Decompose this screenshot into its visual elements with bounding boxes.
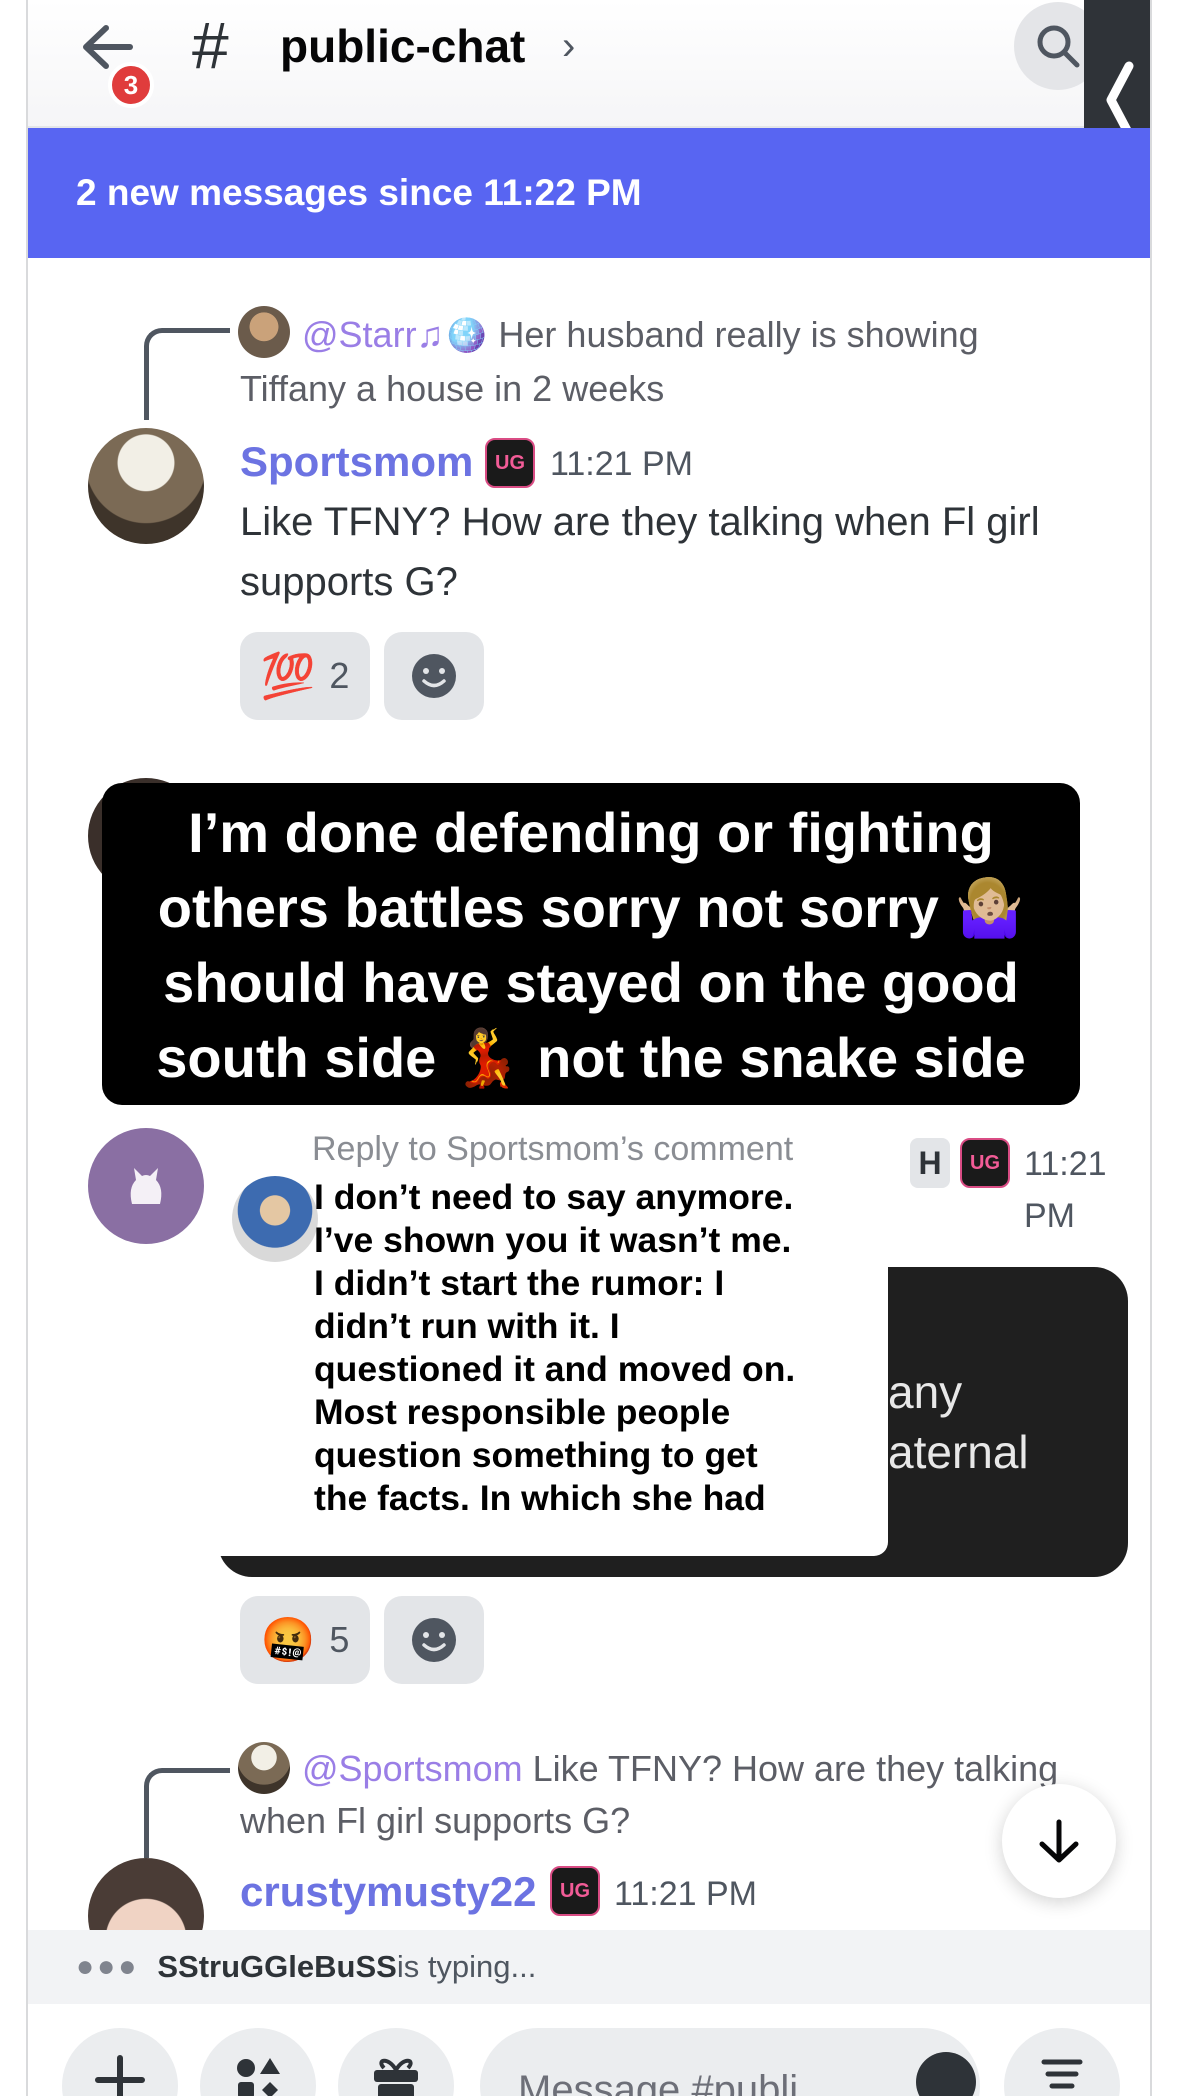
obscured-text: any aternal bbox=[888, 1362, 1029, 1482]
obscured-line: any bbox=[888, 1366, 963, 1418]
reaction-angry[interactable]: 🤬 5 bbox=[240, 1596, 370, 1684]
channel-hash-icon: # bbox=[192, 8, 229, 82]
reply-preview[interactable]: @Sportsmom Like TFNY? How are they talki… bbox=[302, 1742, 1122, 1796]
gift-icon bbox=[374, 2058, 418, 2096]
sticker-avatar bbox=[232, 1176, 318, 1262]
jump-to-bottom-button[interactable] bbox=[1002, 1784, 1116, 1898]
app-frame: 3 # public-chat › 2 new messages since 1… bbox=[26, 0, 1152, 2096]
sticker-line: questioned it and moved on. bbox=[314, 1349, 796, 1389]
avatar[interactable] bbox=[88, 428, 204, 544]
caption-line: south side 💃 not the snake side bbox=[156, 1026, 1026, 1089]
sticker-text: I don’t need to say anymore. I’ve shown … bbox=[314, 1176, 874, 1520]
reply-snippet: Her husband really is showing bbox=[498, 314, 979, 355]
video-caption-overlay: I’m done defending or fighting others ba… bbox=[102, 783, 1080, 1105]
reply-snippet-continued: when Fl girl supports G? bbox=[240, 1800, 631, 1841]
obscured-line: aternal bbox=[888, 1426, 1029, 1478]
avatar[interactable] bbox=[88, 1128, 204, 1244]
reply-avatar bbox=[238, 306, 290, 358]
reply-snippet: Like TFNY? How are they talking bbox=[532, 1748, 1059, 1789]
unread-badge: 3 bbox=[108, 62, 154, 108]
message-text: Like TFNY? How are they talking when Fl … bbox=[240, 500, 1040, 544]
sticker-line: I didn’t start the rumor: I bbox=[314, 1263, 725, 1303]
reply-snippet-continued: Tiffany a house in 2 weeks bbox=[240, 368, 665, 409]
reply-mention[interactable]: @Starr♫🪩 bbox=[302, 314, 488, 355]
chevron-right-icon[interactable]: › bbox=[562, 22, 575, 70]
hundred-emoji-icon: 💯 bbox=[260, 652, 316, 701]
sticker-line: didn’t run with it. I bbox=[314, 1306, 620, 1346]
message-input-placeholder: Message #publi... bbox=[518, 2068, 832, 2096]
attach-button[interactable] bbox=[62, 2028, 178, 2096]
timestamp: 11:21 PM bbox=[550, 445, 694, 483]
message-input[interactable]: Message #publi... bbox=[480, 2028, 980, 2096]
sticker-line: question something to get bbox=[314, 1435, 758, 1475]
arrow-down-icon bbox=[1039, 1819, 1079, 1863]
reply-mention[interactable]: @Sportsmom bbox=[302, 1748, 523, 1789]
sticker-line: I don’t need to say anymore. bbox=[314, 1177, 794, 1217]
role-badge-icon[interactable]: UG bbox=[485, 438, 535, 488]
role-badge-icon[interactable]: UG bbox=[960, 1138, 1010, 1188]
timestamp: 11:21 PM bbox=[1024, 1145, 1107, 1235]
caption-line: I’m done defending or fighting bbox=[188, 801, 994, 864]
typing-dots-icon: ●●● bbox=[76, 1950, 140, 1983]
message-composer: Message #publi... bbox=[28, 2004, 1150, 2096]
typing-user: SStruGGleBuSS bbox=[157, 1949, 397, 1984]
smiley-add-icon bbox=[412, 654, 456, 698]
caption-line: should have stayed on the good bbox=[163, 951, 1019, 1014]
new-messages-banner[interactable]: 2 new messages since 11:22 PM bbox=[28, 128, 1150, 258]
sticker-line: I’ve shown you it wasn’t me. bbox=[314, 1220, 792, 1260]
search-icon bbox=[1037, 25, 1080, 68]
reply-preview[interactable]: @Starr♫🪩 Her husband really is showing bbox=[302, 308, 1102, 362]
message-text-continued: supports G? bbox=[240, 560, 458, 604]
add-reaction-button[interactable] bbox=[384, 632, 484, 720]
cat-avatar-icon bbox=[130, 1168, 162, 1204]
add-reaction-button[interactable] bbox=[384, 1596, 484, 1684]
author-name[interactable]: crustymusty22 bbox=[240, 1866, 536, 1918]
author-name-partial[interactable]: H bbox=[910, 1138, 950, 1188]
channel-header: 3 # public-chat › bbox=[28, 0, 1150, 128]
sticker-heading: Reply to Sportsmom’s comment bbox=[312, 1130, 794, 1168]
typing-suffix: is typing... bbox=[396, 1949, 537, 1984]
reaction-count: 5 bbox=[329, 1619, 350, 1660]
cursing-face-emoji-icon: 🤬 bbox=[260, 1616, 316, 1665]
caption-line: others battles sorry not sorry 🤷🏼‍♀️ bbox=[157, 876, 1025, 939]
apps-button[interactable] bbox=[200, 2028, 316, 2096]
sticker-line: the facts. In which she had bbox=[314, 1478, 766, 1518]
gift-button[interactable] bbox=[338, 2028, 454, 2096]
sticker-line: Most responsible people bbox=[314, 1392, 731, 1432]
reply-avatar bbox=[238, 1742, 290, 1794]
reaction-hundred[interactable]: 💯 2 bbox=[240, 632, 370, 720]
reaction-count: 2 bbox=[329, 655, 350, 696]
menu-lines-icon bbox=[1041, 2059, 1083, 2089]
smiley-add-icon bbox=[412, 1618, 456, 1662]
banner-text: 2 new messages since 11:22 PM bbox=[76, 172, 642, 213]
plus-icon bbox=[95, 2055, 145, 2096]
reply-connector bbox=[144, 1768, 230, 1858]
role-badge-icon[interactable]: UG bbox=[550, 1866, 600, 1916]
author-name[interactable]: Sportsmom bbox=[240, 436, 473, 488]
typing-indicator: ●●● SStruGGleBuSS is typing... bbox=[28, 1930, 1150, 2004]
channel-name[interactable]: public-chat bbox=[280, 18, 525, 74]
commands-button[interactable] bbox=[1004, 2028, 1120, 2096]
reply-connector bbox=[144, 328, 230, 420]
apps-icon bbox=[237, 2058, 280, 2096]
timestamp: 11:21 PM bbox=[614, 1875, 758, 1913]
